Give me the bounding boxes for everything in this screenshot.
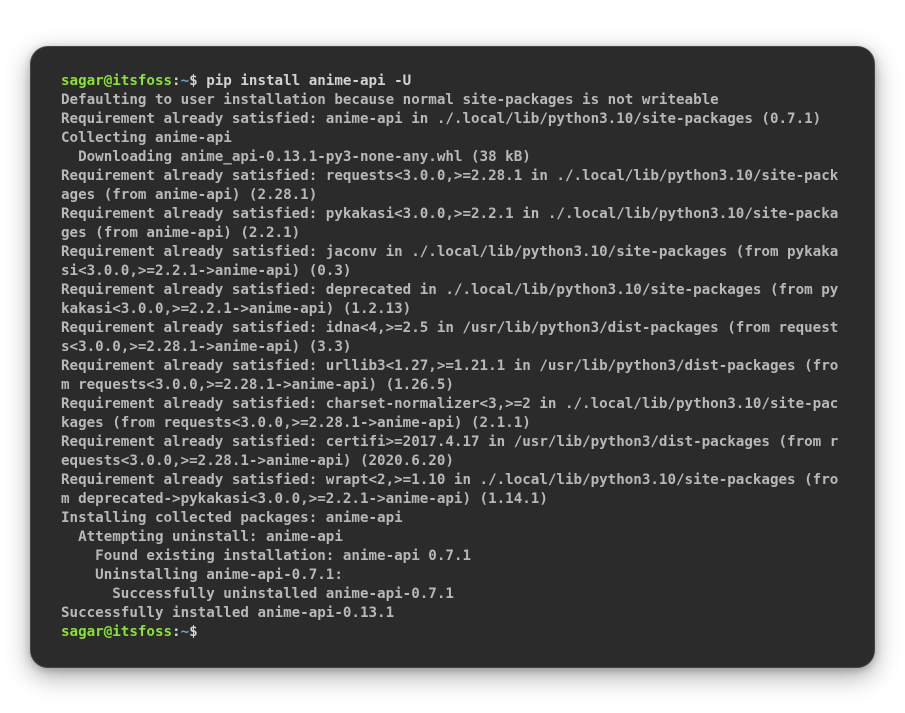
prompt-dollar: $ [189, 624, 198, 640]
output-line: Defaulting to user installation because … [61, 92, 719, 108]
output-line: Collecting anime-api [61, 130, 232, 146]
prompt-dollar: $ [189, 73, 198, 89]
output-line: Successfully installed anime-api-0.13.1 [61, 605, 394, 621]
terminal-content[interactable]: sagar@itsfoss:~$ pip install anime-api -… [61, 72, 844, 642]
output-line: Requirement already satisfied: idna<4,>=… [61, 320, 838, 355]
output-line: Requirement already satisfied: wrapt<2,>… [61, 472, 838, 507]
output-line: Requirement already satisfied: pykakasi<… [61, 206, 838, 241]
prompt-path: ~ [181, 624, 190, 640]
prompt-colon: : [172, 624, 181, 640]
prompt-path: ~ [181, 73, 190, 89]
output-line: Successfully uninstalled anime-api-0.7.1 [61, 586, 454, 602]
output-line: Requirement already satisfied: requests<… [61, 168, 838, 203]
output-line: Attempting uninstall: anime-api [61, 529, 343, 545]
output-line: Requirement already satisfied: anime-api… [61, 111, 821, 127]
prompt-user: sagar@itsfoss [61, 73, 172, 89]
output-line: Requirement already satisfied: charset-n… [61, 396, 838, 431]
output-line: Requirement already satisfied: certifi>=… [61, 434, 838, 469]
output-line: Requirement already satisfied: jaconv in… [61, 244, 838, 279]
output-line: Found existing installation: anime-api 0… [61, 548, 471, 564]
output-line: Requirement already satisfied: urllib3<1… [61, 358, 838, 393]
prompt-user: sagar@itsfoss [61, 624, 172, 640]
output-line: Requirement already satisfied: deprecate… [61, 282, 838, 317]
prompt-colon: : [172, 73, 181, 89]
terminal-window: sagar@itsfoss:~$ pip install anime-api -… [30, 46, 875, 668]
command-text: pip install anime-api -U [198, 73, 412, 89]
cursor-position[interactable] [198, 624, 207, 640]
output-line: Downloading anime_api-0.13.1-py3-none-an… [61, 149, 531, 165]
output-line: Installing collected packages: anime-api [61, 510, 403, 526]
output-line: Uninstalling anime-api-0.7.1: [61, 567, 343, 583]
